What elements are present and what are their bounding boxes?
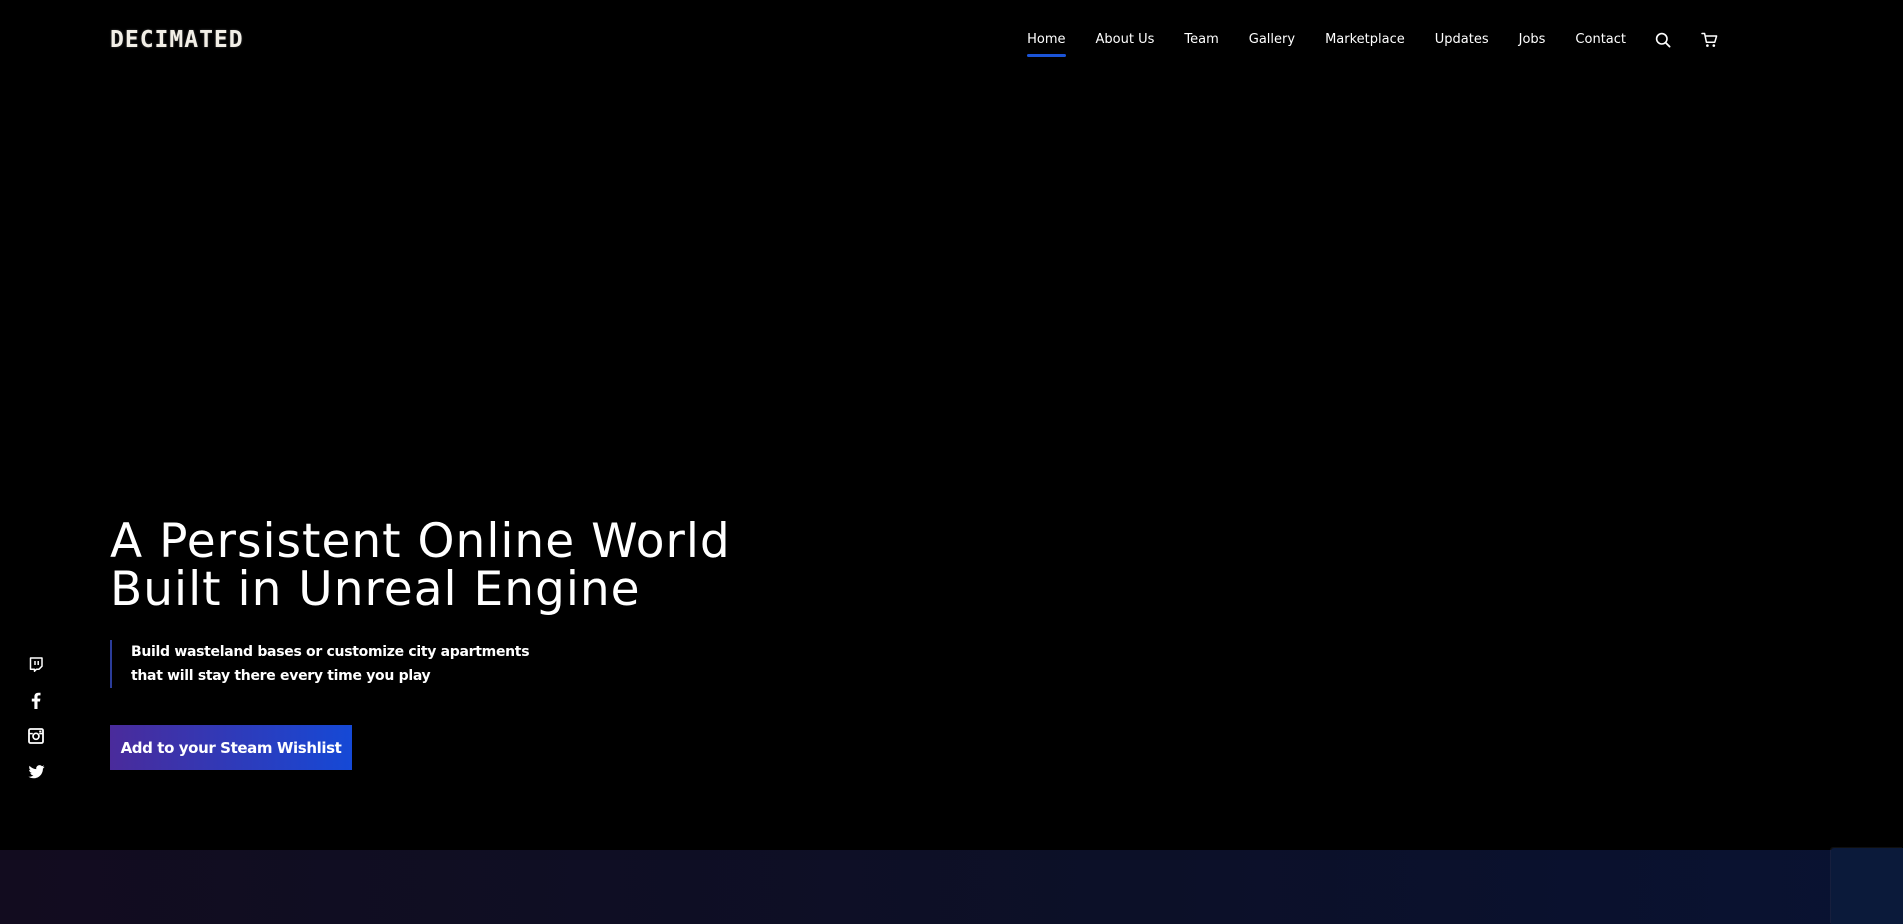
hero-subtitle: Build wasteland bases or customize city … — [110, 640, 530, 688]
facebook-icon[interactable] — [26, 690, 46, 710]
nav-item-team[interactable]: Team — [1184, 32, 1218, 48]
hero-title-line-2: Built in Unreal Engine — [110, 562, 641, 617]
site-header: DECIMATED Home About Us Team Gallery Mar… — [0, 0, 1903, 80]
twitter-icon[interactable] — [26, 762, 46, 782]
nav-item-jobs[interactable]: Jobs — [1519, 32, 1546, 48]
nav-item-contact[interactable]: Contact — [1575, 32, 1626, 48]
search-icon[interactable] — [1654, 31, 1672, 49]
nav-item-home[interactable]: Home — [1027, 32, 1066, 57]
hero-subtitle-line-2: that will stay there every time you play — [131, 668, 431, 684]
recaptcha-badge[interactable] — [1831, 848, 1903, 924]
next-section-band — [0, 850, 1903, 924]
hero-subtitle-line-1: Build wasteland bases or customize city … — [131, 644, 530, 660]
steam-wishlist-button[interactable]: Add to your Steam Wishlist — [110, 725, 352, 770]
social-links — [26, 654, 46, 798]
nav-item-updates[interactable]: Updates — [1435, 32, 1489, 48]
twitch-icon[interactable] — [26, 654, 46, 674]
hero-title: A Persistent Online World Built in Unrea… — [110, 518, 830, 614]
nav-item-about-us[interactable]: About Us — [1096, 32, 1155, 48]
instagram-icon[interactable] — [26, 726, 46, 746]
nav-item-marketplace[interactable]: Marketplace — [1325, 32, 1405, 48]
page: DECIMATED Home About Us Team Gallery Mar… — [0, 0, 1903, 924]
nav-item-gallery[interactable]: Gallery — [1249, 32, 1295, 48]
main-nav: Home About Us Team Gallery Marketplace U… — [1027, 31, 1718, 57]
site-logo[interactable]: DECIMATED — [110, 27, 244, 53]
cart-icon[interactable] — [1700, 31, 1718, 49]
hero-title-line-1: A Persistent Online World — [110, 514, 731, 569]
